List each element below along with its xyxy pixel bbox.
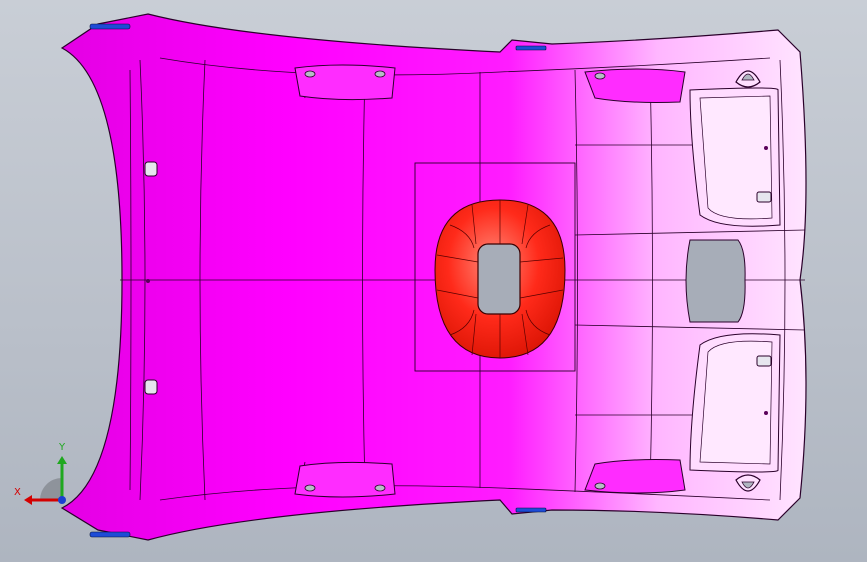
rear-recess-upper[interactable] (689, 87, 781, 227)
ring-opening (477, 243, 521, 315)
dome-light-cutout[interactable] (685, 239, 746, 323)
y-axis-label: Y (59, 442, 66, 453)
axis-triad (24, 456, 67, 505)
headliner-model[interactable] (0, 0, 867, 562)
selected-ring-feature[interactable] (434, 199, 566, 359)
rear-recess-lower[interactable] (689, 333, 781, 473)
x-axis-label: X (14, 487, 21, 498)
z-axis-dot (58, 496, 66, 504)
cad-viewport[interactable]: Y X (0, 0, 867, 562)
